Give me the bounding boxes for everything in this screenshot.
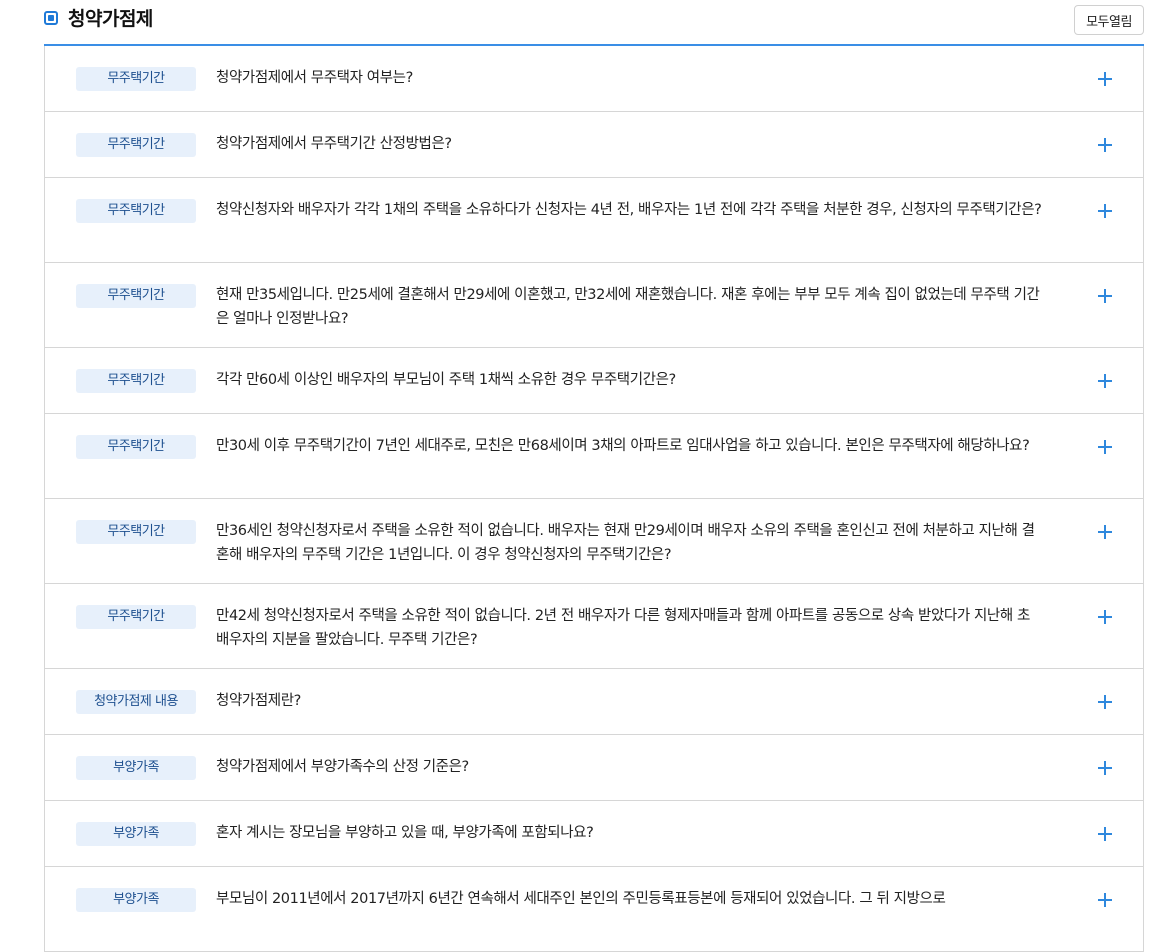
faq-question: 만36세인 청약신청자로서 주택을 소유한 적이 없습니다. 배우자는 현재 만… <box>216 523 1035 563</box>
category-badge: 청약가점제 내용 <box>76 690 196 714</box>
faq-question: 만30세 이후 무주택기간이 7년인 세대주로, 모친은 만68세이며 3채의 … <box>216 438 1030 454</box>
plus-icon[interactable] <box>1098 204 1112 218</box>
faq-item[interactable]: 무주택기간 청약신청자와 배우자가 각각 1채의 주택을 소유하다가 신청자는 … <box>45 178 1143 263</box>
faq-list: 무주택기간 청약가점제에서 무주택자 여부는? 무주택기간 청약가점제에서 무주… <box>44 46 1144 952</box>
faq-item[interactable]: 부양가족 청약가점제에서 부양가족수의 산정 기준은? <box>45 735 1143 801</box>
category-badge: 무주택기간 <box>76 520 196 544</box>
faq-item[interactable]: 무주택기간 현재 만35세입니다. 만25세에 결혼해서 만29세에 이혼했고,… <box>45 263 1143 348</box>
category-badge: 무주택기간 <box>76 284 196 308</box>
faq-header: 청약가점제 모두열림 <box>44 0 1144 46</box>
category-badge: 무주택기간 <box>76 369 196 393</box>
category-badge: 무주택기간 <box>76 199 196 223</box>
plus-icon[interactable] <box>1098 440 1112 454</box>
faq-item[interactable]: 무주택기간 각각 만60세 이상인 배우자의 부모님이 주택 1채씩 소유한 경… <box>45 348 1143 414</box>
faq-question: 만42세 청약신청자로서 주택을 소유한 적이 없습니다. 2년 전 배우자가 … <box>216 608 1030 648</box>
plus-icon[interactable] <box>1098 289 1112 303</box>
plus-icon[interactable] <box>1098 374 1112 388</box>
faq-question: 혼자 계시는 장모님을 부양하고 있을 때, 부양가족에 포함되나요? <box>216 825 594 841</box>
checkbox-square-icon <box>44 10 58 25</box>
page-title: 청약가점제 <box>68 8 153 30</box>
plus-icon[interactable] <box>1098 695 1112 709</box>
faq-item[interactable]: 무주택기간 청약가점제에서 무주택자 여부는? <box>45 46 1143 112</box>
category-badge: 무주택기간 <box>76 435 196 459</box>
title-group: 청약가점제 <box>44 4 153 31</box>
category-badge: 무주택기간 <box>76 67 196 91</box>
plus-icon[interactable] <box>1098 72 1112 86</box>
faq-item[interactable]: 무주택기간 청약가점제에서 무주택기간 산정방법은? <box>45 112 1143 178</box>
faq-item[interactable]: 부양가족 혼자 계시는 장모님을 부양하고 있을 때, 부양가족에 포함되나요? <box>45 801 1143 867</box>
category-badge: 부양가족 <box>76 822 196 846</box>
faq-question: 청약가점제란? <box>216 693 301 709</box>
plus-icon[interactable] <box>1098 893 1112 907</box>
faq-item[interactable]: 청약가점제 내용 청약가점제란? <box>45 669 1143 735</box>
category-badge: 부양가족 <box>76 756 196 780</box>
category-badge: 부양가족 <box>76 888 196 912</box>
faq-question: 청약신청자와 배우자가 각각 1채의 주택을 소유하다가 신청자는 4년 전, … <box>216 202 1042 218</box>
faq-item[interactable]: 무주택기간 만42세 청약신청자로서 주택을 소유한 적이 없습니다. 2년 전… <box>45 584 1143 669</box>
faq-item[interactable]: 부양가족 부모님이 2011년에서 2017년까지 6년간 연속해서 세대주인 … <box>45 867 1143 952</box>
faq-question: 청약가점제에서 무주택자 여부는? <box>216 70 413 86</box>
open-all-button[interactable]: 모두열림 <box>1074 5 1144 35</box>
faq-question: 청약가점제에서 부양가족수의 산정 기준은? <box>216 759 469 775</box>
plus-icon[interactable] <box>1098 525 1112 539</box>
faq-item[interactable]: 무주택기간 만36세인 청약신청자로서 주택을 소유한 적이 없습니다. 배우자… <box>45 499 1143 584</box>
plus-icon[interactable] <box>1098 138 1112 152</box>
plus-icon[interactable] <box>1098 827 1112 841</box>
category-badge: 무주택기간 <box>76 133 196 157</box>
category-badge: 무주택기간 <box>76 605 196 629</box>
faq-item[interactable]: 무주택기간 만30세 이후 무주택기간이 7년인 세대주로, 모친은 만68세이… <box>45 414 1143 499</box>
faq-question: 청약가점제에서 무주택기간 산정방법은? <box>216 136 452 152</box>
faq-question: 부모님이 2011년에서 2017년까지 6년간 연속해서 세대주인 본인의 주… <box>216 891 946 907</box>
faq-question: 현재 만35세입니다. 만25세에 결혼해서 만29세에 이혼했고, 만32세에… <box>216 287 1040 327</box>
plus-icon[interactable] <box>1098 610 1112 624</box>
plus-icon[interactable] <box>1098 761 1112 775</box>
faq-question: 각각 만60세 이상인 배우자의 부모님이 주택 1채씩 소유한 경우 무주택기… <box>216 372 676 388</box>
